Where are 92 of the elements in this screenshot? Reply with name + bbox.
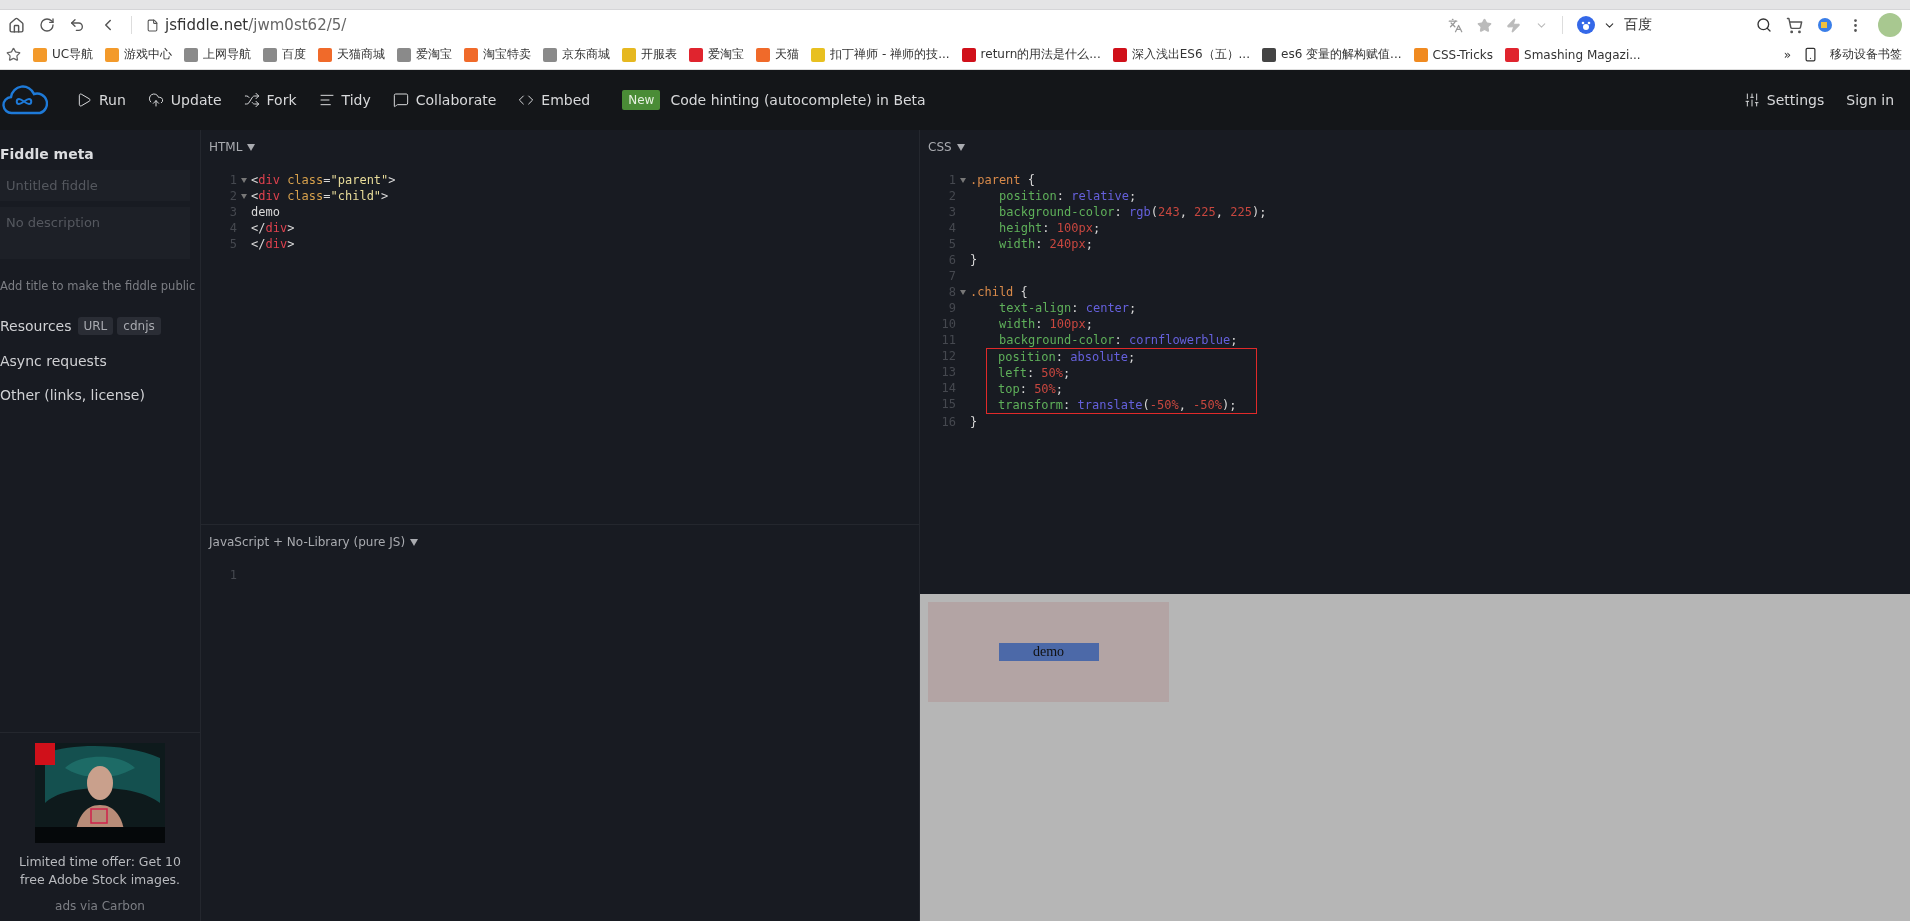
- settings-icon: [1743, 92, 1760, 108]
- code-line: }: [970, 252, 978, 268]
- code-line: <div class="parent">: [251, 172, 396, 188]
- ad-attribution[interactable]: ads via Carbon: [55, 899, 145, 913]
- bookmark[interactable]: 淘宝特卖: [464, 46, 532, 63]
- code-line: width: 240px;: [998, 236, 1093, 252]
- toolbar-button[interactable]: Collaborate: [392, 92, 497, 108]
- title-field[interactable]: Untitled fiddle: [0, 170, 190, 201]
- js-panel-label[interactable]: JavaScript + No-Library (pure JS): [209, 535, 419, 549]
- mobile-bookmarks[interactable]: 移动设备书签: [1830, 46, 1902, 63]
- code-line: demo: [251, 204, 280, 220]
- settings-button[interactable]: Settings: [1743, 92, 1825, 108]
- dropdown-caret-icon: [410, 538, 419, 546]
- address-field[interactable]: jsfiddle.net/jwm0st62/5/: [165, 16, 347, 34]
- css-panel-label[interactable]: CSS: [928, 140, 965, 154]
- dropdown-caret-icon: [247, 143, 256, 151]
- star-icon[interactable]: [6, 47, 21, 62]
- sidebar-title: Fiddle meta: [0, 145, 95, 164]
- code-line: .parent {: [970, 172, 1036, 188]
- bookmark[interactable]: return的用法是什么...: [961, 46, 1101, 63]
- search-icon[interactable]: [1756, 17, 1772, 33]
- bookmark[interactable]: 游戏中心: [105, 46, 173, 63]
- notice-text: Code hinting (autocomplete) in Beta: [670, 92, 926, 108]
- code-line: height: 100px;: [998, 220, 1101, 236]
- code-icon: [518, 92, 535, 108]
- code-line: width: 100px;: [998, 316, 1093, 332]
- section-link[interactable]: Resources: [0, 318, 72, 334]
- bookmark[interactable]: 扣丁禅师 - 禅师的技...: [811, 46, 950, 63]
- code-line: .child {: [970, 284, 1028, 300]
- bookmark[interactable]: es6 变量的解构赋值...: [1262, 46, 1402, 63]
- ad-text[interactable]: Limited time offer: Get 10 free Adobe Stock images.: [8, 852, 192, 889]
- shuffle-icon: [243, 92, 260, 108]
- lines-icon: [318, 92, 335, 108]
- section-link[interactable]: Async requests: [0, 353, 107, 369]
- bookmark[interactable]: CSS-Tricks: [1413, 47, 1493, 62]
- cloud-logo[interactable]: [2, 83, 48, 117]
- bookmark[interactable]: 爱淘宝: [689, 46, 745, 63]
- fold-caret-icon[interactable]: [241, 177, 247, 183]
- toolbar-button[interactable]: Run: [76, 92, 126, 108]
- speech-bubble-icon: [392, 92, 409, 108]
- home-icon[interactable]: [8, 16, 25, 34]
- phone-icon[interactable]: [1803, 47, 1818, 62]
- paw-icon[interactable]: [1577, 16, 1595, 34]
- cart-icon[interactable]: [1786, 16, 1803, 34]
- bookmark[interactable]: UC导航: [33, 46, 94, 63]
- code-line: left: 50%;: [998, 365, 1072, 381]
- code-line: <div class="child">: [251, 188, 389, 204]
- toolbar-button[interactable]: Tidy: [318, 92, 371, 108]
- toolbar-button[interactable]: Embed: [518, 92, 591, 108]
- bookmark[interactable]: 京东商城: [543, 46, 611, 63]
- bookmark[interactable]: 天猫商城: [318, 46, 386, 63]
- reload-icon[interactable]: [39, 17, 55, 33]
- code-line: </div>: [251, 220, 295, 236]
- bookmark[interactable]: 天猫: [756, 46, 800, 63]
- fold-caret-icon[interactable]: [241, 193, 247, 199]
- code-line: text-align: center;: [998, 300, 1137, 316]
- new-badge: New: [622, 90, 661, 110]
- code-line: position: absolute;: [998, 349, 1137, 365]
- dropdown-caret-icon: [956, 143, 965, 151]
- code-line: background-color: rgb(243, 225, 225);: [998, 204, 1267, 220]
- cloud-upload-icon: [147, 92, 164, 108]
- code-line: </div>: [251, 236, 295, 252]
- hint-text: Add title to make the fiddle public: [0, 279, 197, 293]
- resource-tag[interactable]: cdnjs: [117, 317, 161, 335]
- search-engine-label[interactable]: 百度: [1624, 16, 1748, 34]
- translate-icon[interactable]: [1448, 17, 1463, 33]
- code-line: top: 50%;: [998, 381, 1065, 397]
- description-field[interactable]: No description: [0, 207, 190, 259]
- bookmark[interactable]: 深入浅出ES6（五）...: [1112, 46, 1250, 63]
- bookmark[interactable]: Smashing Magazi...: [1505, 47, 1641, 62]
- code-line: background-color: cornflowerblue;: [998, 332, 1238, 348]
- html-panel-label[interactable]: HTML: [209, 140, 256, 154]
- bookmark[interactable]: 爱淘宝: [397, 46, 453, 63]
- fold-caret-icon[interactable]: [960, 177, 966, 183]
- code-line: transform: translate(-50%, -50%);: [998, 397, 1237, 413]
- bookmark[interactable]: 上网导航: [184, 46, 252, 63]
- sign-in-link[interactable]: Sign in: [1846, 92, 1894, 108]
- bookmark[interactable]: 开服表: [622, 46, 678, 63]
- fold-caret-icon[interactable]: [960, 289, 966, 295]
- resource-tag[interactable]: URL: [77, 317, 114, 335]
- section-link[interactable]: Other (links, license): [0, 387, 145, 403]
- child-box: demo: [998, 643, 1099, 661]
- star-icon[interactable]: [1477, 17, 1492, 33]
- toolbar-button[interactable]: Update: [147, 92, 222, 108]
- bookmark[interactable]: 百度: [263, 46, 307, 63]
- code-line: position: relative;: [998, 188, 1137, 204]
- undo-icon[interactable]: [69, 17, 85, 33]
- more-bookmarks[interactable]: »: [1783, 47, 1791, 62]
- toolbar-button[interactable]: Fork: [243, 92, 297, 108]
- page-icon: [146, 18, 159, 32]
- play-icon: [76, 92, 92, 108]
- code-line: }: [970, 414, 978, 430]
